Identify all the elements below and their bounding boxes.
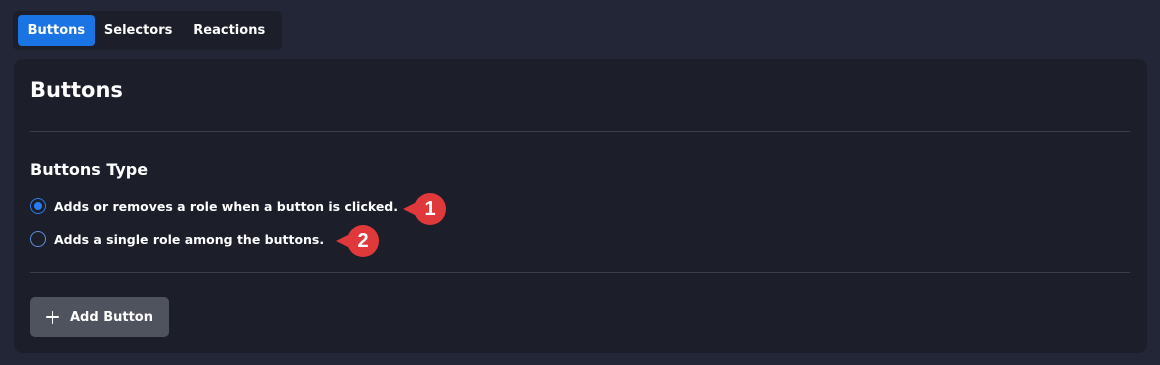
tab-reactions[interactable]: Reactions xyxy=(181,15,277,46)
callout-shape xyxy=(336,225,379,257)
radio-button-checked[interactable] xyxy=(30,198,46,214)
divider xyxy=(30,131,1130,132)
tab-selectors[interactable]: Selectors xyxy=(95,15,182,46)
tab-buttons[interactable]: Buttons xyxy=(18,15,95,46)
divider xyxy=(30,272,1130,273)
panel-title: Buttons xyxy=(30,78,123,102)
buttons-panel: Buttons Buttons Type Adds or removes a r… xyxy=(14,59,1147,353)
callout-marker-2: 2 xyxy=(333,222,383,262)
callout-shape xyxy=(403,193,446,225)
plus-icon xyxy=(46,310,59,324)
section-title-buttons-type: Buttons Type xyxy=(30,160,149,179)
radio-label: Adds or removes a role when a button is … xyxy=(54,198,399,214)
tab-bar: Buttons Selectors Reactions xyxy=(13,11,282,50)
radio-button-unchecked[interactable] xyxy=(30,231,46,247)
add-button[interactable]: Add Button xyxy=(30,297,169,337)
radio-label: Adds a single role among the buttons. xyxy=(54,231,325,247)
radio-option-single-role[interactable]: Adds a single role among the buttons. xyxy=(30,231,324,247)
radio-option-toggle-role[interactable]: Adds or removes a role when a button is … xyxy=(30,198,398,214)
callout-marker-1: 1 xyxy=(400,190,450,230)
add-button-label: Add Button xyxy=(70,309,153,325)
